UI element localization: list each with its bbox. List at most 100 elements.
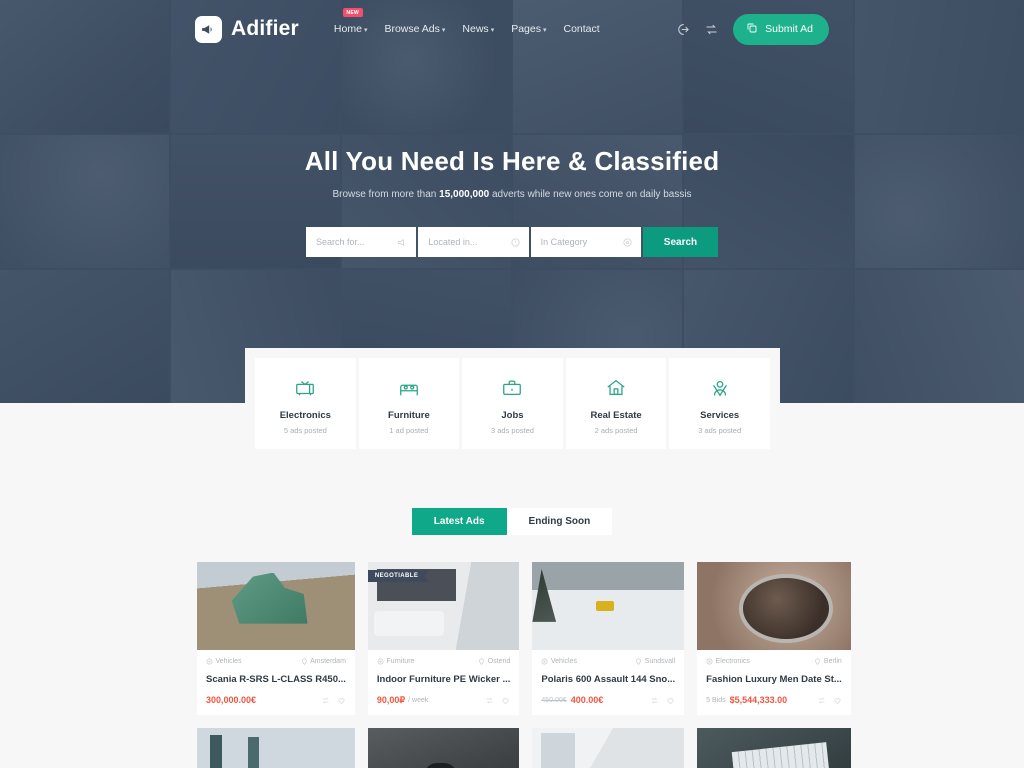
category-card: Electronics 5 ads posted Furniture 1 ad …: [245, 348, 780, 459]
nav-label: News: [462, 23, 489, 35]
ad-title: Scania R-SRS L-CLASS R450...: [206, 674, 346, 685]
category-item-real-estate[interactable]: Real Estate 2 ads posted: [565, 358, 667, 449]
ad-bids: 5 Bids: [706, 696, 726, 704]
ad-card[interactable]: [697, 728, 851, 768]
category-name: Jobs: [501, 410, 524, 421]
ads-grid: Vehicles Amsterdam Scania R-SRS L-CLASS …: [197, 562, 851, 768]
hero-subtitle: Browse from more than 15,000,000 adverts…: [0, 189, 1024, 200]
nav-item-contact[interactable]: Contact: [564, 20, 600, 38]
compare-icon[interactable]: [704, 22, 719, 37]
compare-icon[interactable]: [321, 696, 330, 705]
ad-meta: Vehicles Amsterdam: [206, 658, 346, 665]
brand-name: Adifier: [231, 17, 299, 40]
compare-icon[interactable]: [650, 696, 659, 705]
category-name: Real Estate: [590, 410, 642, 421]
category-item-jobs[interactable]: Jobs 3 ads posted: [462, 358, 563, 449]
submit-ad-button[interactable]: Submit Ad: [733, 13, 829, 45]
category-item-furniture[interactable]: Furniture 1 ad posted: [358, 358, 460, 449]
ad-card[interactable]: Electronics Berlin Fashion Luxury Men Da…: [697, 562, 851, 715]
ad-card-body: Vehicles Sundsvall Polaris 600 Assault 1…: [532, 650, 684, 714]
heart-icon[interactable]: [666, 696, 675, 705]
house-icon: [570, 375, 663, 401]
ad-location-label: Amsterdam: [310, 658, 346, 665]
hero-subtitle-suffix: adverts while new ones come on daily bas…: [489, 189, 692, 200]
category-name: Services: [700, 410, 740, 421]
ad-category-label: Electronics: [715, 658, 750, 665]
category-count: 1 ad posted: [389, 426, 429, 435]
ad-location: Ostend: [478, 658, 510, 665]
category-input[interactable]: [540, 237, 619, 247]
ad-price: 90,00₽: [376, 695, 406, 705]
ad-category: Vehicles: [541, 658, 577, 665]
ad-image: [532, 562, 685, 650]
ad-card[interactable]: [532, 728, 685, 768]
compare-icon[interactable]: [485, 696, 494, 705]
search-location-field[interactable]: [418, 227, 529, 257]
sign-in-icon[interactable]: [675, 22, 690, 37]
chevron-down-icon: ▾: [490, 27, 495, 34]
ad-category-label: Vehicles: [550, 658, 577, 665]
ad-card[interactable]: Vehicles Amsterdam Scania R-SRS L-CLASS …: [197, 562, 355, 715]
site-header: Adifier NEW Home ▾ Browse Ads ▾ News ▾ Page…: [0, 0, 1024, 58]
ad-price-row: 5 Bids $5,544,333.00: [706, 695, 842, 705]
nav-label: Home: [333, 23, 362, 35]
heart-icon[interactable]: [501, 696, 510, 705]
ad-location: Amsterdam: [301, 658, 346, 665]
nav-item-home[interactable]: NEW Home ▾: [333, 8, 368, 38]
ad-card-body: Electronics Berlin Fashion Luxury Men Da…: [697, 650, 851, 714]
ad-actions: [485, 696, 510, 705]
pin-icon: [510, 237, 521, 248]
ad-category-label: Vehicles: [215, 658, 242, 665]
ads-tabs: Latest Ads Ending Soon: [0, 508, 1024, 535]
ad-category-label: Furniture: [386, 658, 415, 665]
search-category-field[interactable]: [530, 227, 641, 257]
hero-subtitle-count: 15,000,000: [439, 189, 490, 200]
search-keyword-field[interactable]: [306, 227, 417, 257]
chevron-down-icon: ▾: [542, 27, 547, 34]
ad-location: Sundsvall: [635, 658, 675, 665]
hero-section: Adifier NEW Home ▾ Browse Ads ▾ News ▾ Page…: [0, 0, 1024, 403]
tab-ending-soon[interactable]: Ending Soon: [506, 508, 613, 535]
header-actions: Submit Ad: [675, 13, 829, 45]
ad-card[interactable]: [197, 728, 355, 768]
search-input[interactable]: [316, 237, 395, 247]
ad-actions: [650, 696, 675, 705]
ad-title: Indoor Furniture PE Wicker ...: [376, 674, 511, 685]
support-icon: [673, 375, 766, 401]
megaphone-icon: [397, 237, 408, 248]
ad-image: [367, 728, 520, 768]
submit-ad-label: Submit Ad: [765, 23, 813, 35]
category-list: Electronics 5 ads posted Furniture 1 ad …: [255, 358, 770, 449]
ad-title: Fashion Luxury Men Date St...: [706, 674, 842, 685]
copy-icon: [746, 22, 758, 37]
location-input[interactable]: [428, 237, 507, 247]
search-button[interactable]: Search: [642, 227, 718, 257]
ad-price: $5,544,333.00: [729, 695, 788, 705]
ad-card[interactable]: [367, 728, 520, 768]
bed-icon: [363, 375, 456, 401]
ad-price: 400.00€: [570, 695, 604, 705]
ad-location: Berlin: [814, 658, 842, 665]
brand-logo[interactable]: Adifier: [195, 15, 299, 43]
chevron-down-icon: ▾: [363, 27, 368, 34]
ad-card[interactable]: NEGOTIABLE Furniture Ostend Indoor Furni…: [367, 562, 520, 715]
briefcase-icon: [466, 375, 559, 401]
main-nav: NEW Home ▾ Browse Ads ▾ News ▾ Pages ▾ Conta…: [333, 8, 600, 38]
category-item-electronics[interactable]: Electronics 5 ads posted: [255, 358, 356, 449]
compare-icon[interactable]: [817, 696, 826, 705]
category-name: Electronics: [279, 410, 331, 421]
nav-item-pages[interactable]: Pages ▾: [511, 20, 546, 38]
ad-price-row: 450.00€ 400.00€: [541, 695, 675, 705]
ad-price-period: / week: [408, 697, 429, 704]
category-item-services[interactable]: Services 3 ads posted: [669, 358, 770, 449]
heart-icon[interactable]: [833, 696, 842, 705]
nav-item-news[interactable]: News ▾: [462, 20, 494, 38]
chevron-down-icon: ▾: [441, 27, 446, 34]
ad-location-label: Berlin: [823, 658, 842, 665]
category-count: 3 ads posted: [698, 426, 742, 435]
nav-label: Browse Ads: [384, 23, 440, 35]
ad-card[interactable]: Vehicles Sundsvall Polaris 600 Assault 1…: [532, 562, 685, 715]
tab-latest-ads[interactable]: Latest Ads: [411, 508, 507, 535]
heart-icon[interactable]: [337, 696, 346, 705]
nav-item-browse-ads[interactable]: Browse Ads ▾: [384, 20, 445, 38]
